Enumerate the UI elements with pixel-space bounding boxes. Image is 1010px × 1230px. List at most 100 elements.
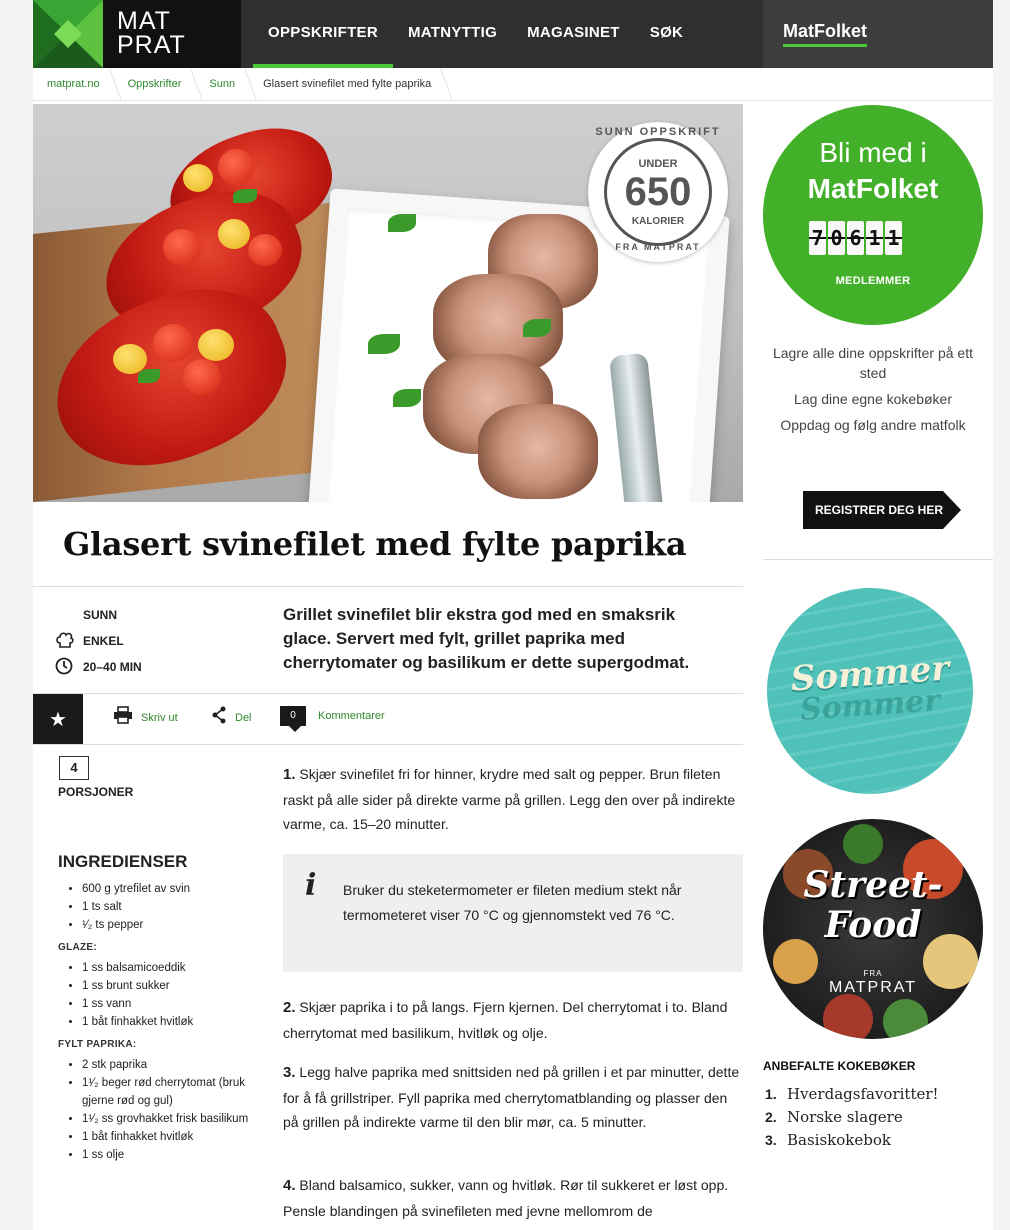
ingredients-glaze-list: 1 ss balsamicoeddik 1 ss brunt sukker 1 … [82,959,268,1031]
breadcrumb-oppskrifter[interactable]: Oppskrifter [114,68,196,101]
counter-digit: 7 [809,221,826,255]
nav-magasinet[interactable]: MAGASINET [512,0,635,68]
cookbook-item[interactable]: 1. Hverdagsfavoritter! [763,1083,993,1106]
meta-time: 20–40 MIN [55,654,142,680]
breadcrumb-home[interactable]: matprat.no [33,68,114,101]
info-icon: i [305,868,317,903]
share-icon [211,706,227,729]
basil-leaf [233,189,257,203]
step-1: 1. Skjær svinefilet fri for hinner, kryd… [283,762,743,837]
cookbooks-heading: ANBEFALTE KOKEBØKER [763,1059,916,1073]
step-text: Skjær paprika i to på langs. Fjern kjern… [283,999,728,1041]
yellow-tomato [218,219,250,249]
chef-hat-icon [55,631,83,652]
counter-digit: 0 [828,221,845,255]
ingredient-item: 1 båt finhakket hvitløk [82,1128,268,1146]
basil-leaf [368,334,400,354]
comments-button[interactable]: 0 Kommentarer [280,706,385,732]
breadcrumb: matprat.no Oppskrifter Sunn Glasert svin… [33,68,993,101]
ingredients-section: INGREDIENSER 600 g ytrefilet av svin 1 t… [58,852,268,1164]
ingredient-item: 1 ss vann [82,995,268,1013]
streetfood-promo[interactable]: Street- Food FRA MATPRAT [763,819,983,1039]
ingredient-item: 2 stk paprika [82,1056,268,1074]
ingredient-item: 1 ss balsamicoeddik [82,959,268,977]
cookbook-number: 1. [765,1086,777,1102]
perk-item: Lag dine egne kokebøker [794,391,952,407]
cookbook-number: 3. [765,1132,777,1148]
matprat-logo[interactable]: MAT PRAT [33,0,241,68]
cookbook-name: Hverdagsfavoritter! [787,1085,939,1103]
tomato [248,234,282,266]
recipe-lead: Grillet svinefilet blir ekstra god med e… [283,605,690,672]
basil-leaf [523,319,551,337]
portions-input[interactable]: 4 [59,756,89,780]
cookbook-item[interactable]: 2. Norske slagere [763,1106,993,1129]
streetfood-fra: FRA [863,969,883,978]
step-text: Skjær svinefilet fri for hinner, krydre … [283,766,736,832]
cookbook-number: 2. [765,1109,777,1125]
yellow-tomato [183,164,213,192]
step-text: Bland balsamico, sukker, vann og hvitløk… [283,1177,729,1219]
breadcrumb-current: Glasert svinefilet med fylte paprika [249,68,445,101]
tomato [218,149,254,185]
divider [33,744,743,745]
recipe-hero-image: SUNN OPPSKRIFT UNDER 650 KALORIER FRA MA… [33,104,743,502]
register-button[interactable]: REGISTRER DEG HER [803,491,961,529]
join-heading: Bli med i MatFolket [763,135,983,207]
streetfood-title: Street- Food [763,865,983,945]
divider [33,586,743,587]
breadcrumb-sunn[interactable]: Sunn [195,68,249,101]
cookbook-item[interactable]: 3. Basiskokebok [763,1129,993,1152]
ingredient-item: 1 ss brunt sukker [82,977,268,995]
meta-difficulty: ENKEL [55,628,142,654]
badge-calorie-number: 650 [624,170,692,214]
join-matfolket-circle[interactable]: Bli med i MatFolket 7 0 6 1 1 MEDLEMMER [763,105,983,325]
nav-matnyttig[interactable]: MATNYTTIG [393,0,512,68]
step-text: Legg halve paprika med snittsiden ned på… [283,1064,740,1130]
comment-count-icon: 0 [280,706,306,732]
tip-box: i Bruker du steketermometer er fileten m… [283,854,743,972]
tomato [183,359,221,395]
badge-top-text: SUNN OPPSKRIFT [595,126,721,138]
ingredients-main-list: 600 g ytrefilet av svin 1 ts salt ¹⁄₂ ts… [82,880,268,934]
step-2: 2. Skjær paprika i to på langs. Fjern kj… [283,995,743,1045]
members-label: MEDLEMMER [835,275,911,287]
cookbook-name: Basiskokebok [787,1131,891,1149]
nav-oppskrifter[interactable]: OPPSKRIFTER [253,0,393,68]
print-label: Skriv ut [141,711,178,724]
basil-leaf [138,369,160,383]
step-number: 3. [283,1064,296,1081]
basil-leaf [388,214,416,232]
pork-slice [478,404,598,499]
counter-digit: 1 [885,221,902,255]
share-button[interactable]: Del [211,706,252,729]
favorite-star-button[interactable]: ★ [33,694,83,744]
perk-item: Oppdag og følg andre matfolk [780,417,966,433]
perk-item: Lagre alle dine oppskrifter på ett sted [772,345,973,381]
healthy-recipe-badge: SUNN OPPSKRIFT UNDER 650 KALORIER FRA MA… [588,122,728,262]
streetfood-line-2: Food [824,904,922,946]
step-number: 4. [283,1177,296,1194]
matfolket-link[interactable]: MatFolket [783,21,868,47]
sommer-promo[interactable]: Sommer Sommer [767,588,973,794]
perks-list: Lagre alle dine oppskrifter på ett sted … [763,343,983,441]
step-number: 1. [283,766,296,783]
ingredient-item: 1 ts salt [82,898,268,916]
tomato [163,229,201,265]
badge-under-text: UNDER [638,158,678,170]
step-number: 2. [283,999,296,1016]
nav-sok[interactable]: SØK [635,0,698,68]
member-counter: 7 0 6 1 1 [809,221,902,255]
food-bowl [843,824,883,864]
cookbook-name: Norske slagere [787,1108,903,1126]
ingredient-item: 1 båt finhakket hvitløk [82,1013,268,1031]
matfolket-nav[interactable]: MatFolket [763,0,993,68]
print-button[interactable]: Skriv ut [113,706,178,729]
top-navigation: MAT PRAT OPPSKRIFTER MATNYTTIG MAGASINET… [33,0,993,68]
ingredient-item: 600 g ytrefilet av svin [82,880,268,898]
recipe-title: Glasert svinefilet med fylte paprika [63,525,687,563]
tomato [153,324,193,362]
star-icon: ★ [49,707,67,731]
divider [33,693,743,694]
divider [763,559,993,560]
